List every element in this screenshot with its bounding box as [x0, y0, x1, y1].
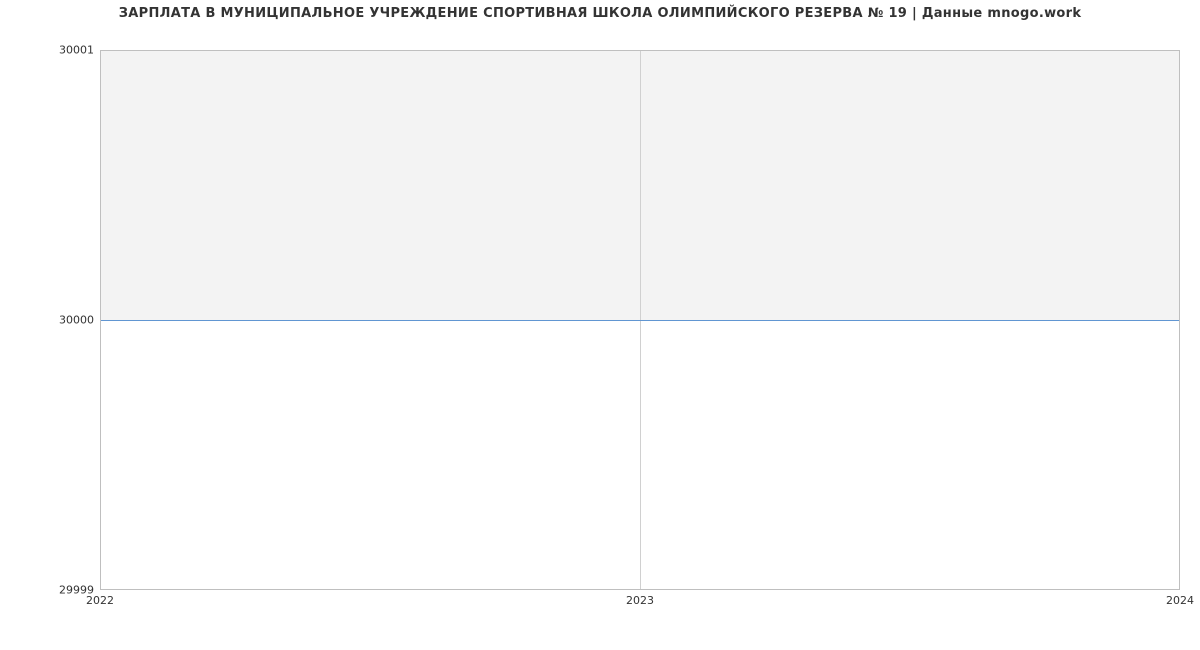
series-line — [101, 320, 1179, 321]
x-tick-label: 2023 — [626, 594, 654, 607]
y-tick-label: 29999 — [4, 584, 94, 597]
x-tick-label: 2024 — [1166, 594, 1194, 607]
x-tick-label: 2022 — [86, 594, 114, 607]
plot-area — [100, 50, 1180, 590]
y-tick-label: 30000 — [4, 314, 94, 327]
chart-container: ЗАРПЛАТА В МУНИЦИПАЛЬНОЕ УЧРЕЖДЕНИЕ СПОР… — [0, 0, 1200, 650]
y-tick-label: 30001 — [4, 44, 94, 57]
chart-title: ЗАРПЛАТА В МУНИЦИПАЛЬНОЕ УЧРЕЖДЕНИЕ СПОР… — [0, 6, 1200, 21]
